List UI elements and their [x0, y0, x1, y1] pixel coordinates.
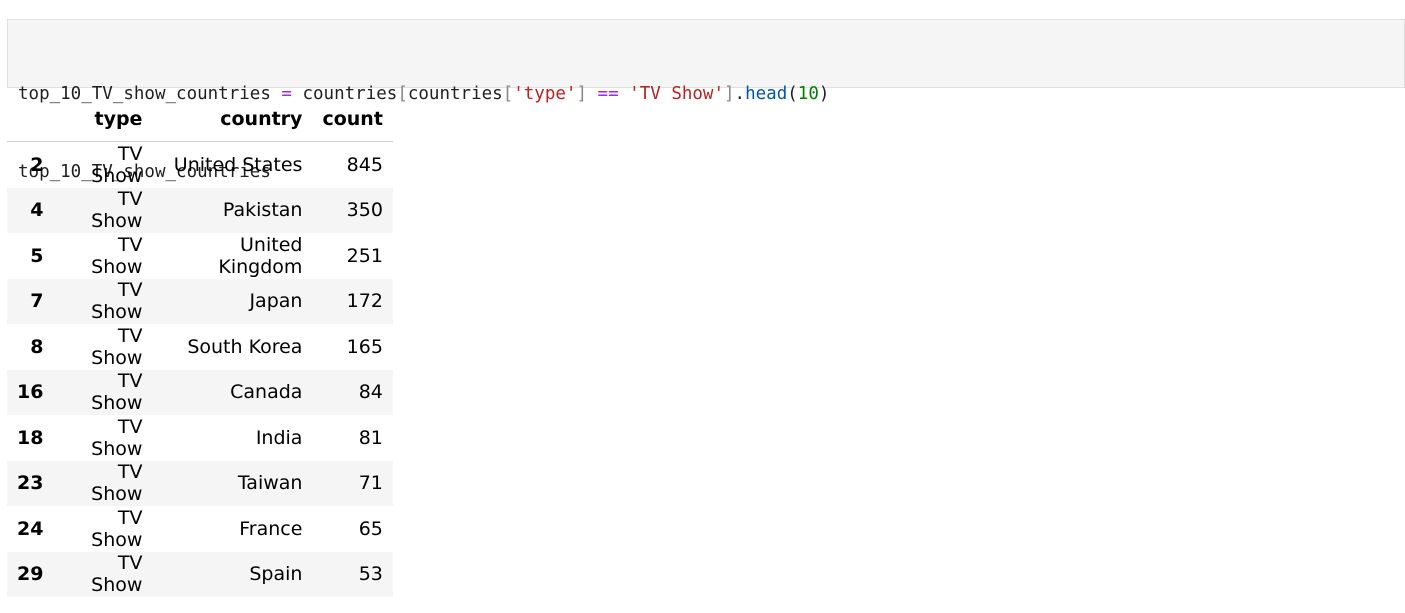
cell-country: France	[239, 517, 303, 540]
row-index: 2	[30, 153, 44, 176]
cell-count: 251	[346, 244, 383, 267]
table-row: 5 TV Show United Kingdom 251	[7, 233, 393, 279]
row-index: 24	[17, 517, 44, 540]
cell-count: 65	[358, 517, 383, 540]
column-header-type: type	[53, 97, 153, 142]
cell-type: TV Show	[91, 279, 143, 324]
cell-country: Pakistan	[222, 199, 303, 222]
cell-count: 53	[358, 563, 383, 586]
cell-count: 84	[358, 381, 383, 404]
code-token: [	[502, 84, 514, 104]
row-index: 7	[30, 290, 44, 313]
dataframe-output: type country count 2 TV Show United States…	[7, 97, 393, 597]
code-token: .	[734, 84, 746, 104]
cell-type: TV Show	[91, 506, 143, 551]
cell-type: TV Show	[91, 142, 143, 187]
code-cell-input[interactable]: top_10_TV_show_countries = countries[cou…	[7, 19, 1405, 182]
cell-type: TV Show	[91, 324, 143, 369]
code-token: (	[787, 84, 798, 104]
table-body: 2 TV Show United States 845 4 TV Show Pakistan…	[7, 142, 393, 597]
cell-country: India	[255, 426, 303, 449]
table-row: 18 TV Show India 81	[7, 415, 393, 461]
row-index: 29	[17, 563, 44, 586]
code-token: 'type'	[513, 84, 577, 104]
index-header	[7, 97, 54, 142]
cell-country: Canada	[230, 381, 303, 404]
cell-country: United Kingdom	[218, 233, 303, 278]
column-header-country: country	[152, 97, 313, 142]
row-index: 18	[17, 426, 44, 449]
row-index: 16	[17, 381, 44, 404]
table-row: 4 TV Show Pakistan 350	[7, 187, 393, 233]
code-token: [	[397, 84, 408, 104]
cell-count: 71	[358, 472, 383, 495]
table-row: 8 TV Show South Korea 165	[7, 324, 393, 370]
cell-count: 845	[346, 153, 383, 176]
table-row: 23 TV Show Taiwan 71	[7, 460, 393, 506]
cell-type: TV Show	[91, 552, 143, 597]
code-token: )	[818, 84, 830, 104]
table-header-row: type country count	[7, 97, 393, 142]
cell-type: TV Show	[91, 415, 143, 460]
code-token: ]	[724, 84, 735, 104]
code-token: ==	[597, 84, 619, 104]
code-token: 10	[797, 84, 819, 104]
table-row: 29 TV Show Spain 53	[7, 551, 393, 597]
cell-country: Taiwan	[237, 472, 303, 495]
cell-country: Spain	[249, 563, 303, 586]
cell-type: TV Show	[91, 370, 143, 415]
cell-country: United States	[173, 153, 303, 176]
cell-type: TV Show	[91, 188, 143, 233]
column-header-count: count	[312, 97, 393, 142]
table-row: 7 TV Show Japan 172	[7, 278, 393, 324]
cell-country: Japan	[249, 290, 303, 313]
code-token: ]	[576, 84, 587, 104]
row-index: 4	[30, 199, 44, 222]
cell-count: 350	[346, 199, 383, 222]
dataframe-table: type country count 2 TV Show United States…	[7, 97, 393, 597]
cell-type: TV Show	[91, 233, 143, 278]
code-token: 'TV Show'	[629, 84, 724, 104]
row-index: 8	[30, 335, 44, 358]
cell-count: 81	[358, 426, 383, 449]
code-token: countries	[407, 84, 503, 104]
row-index: 23	[17, 472, 44, 495]
table-row: 2 TV Show United States 845	[7, 142, 393, 188]
cell-count: 165	[346, 335, 383, 358]
code-token: head	[745, 84, 788, 104]
cell-country: South Korea	[187, 335, 303, 358]
row-index: 5	[30, 244, 44, 267]
cell-type: TV Show	[91, 461, 143, 506]
table-row: 24 TV Show France 65	[7, 506, 393, 552]
table-row: 16 TV Show Canada 84	[7, 369, 393, 415]
cell-count: 172	[346, 290, 383, 313]
